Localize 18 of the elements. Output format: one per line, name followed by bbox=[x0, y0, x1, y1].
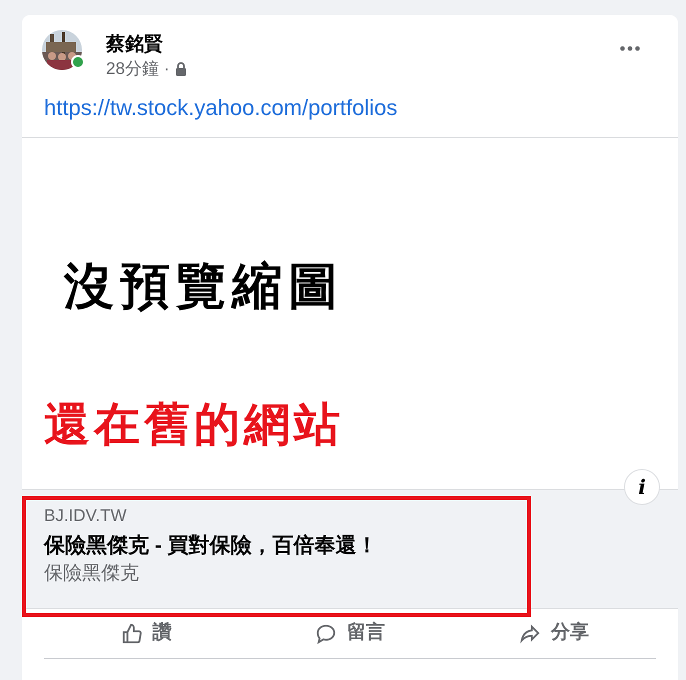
annotation-text: 還在舊的網站 bbox=[44, 396, 345, 452]
thumbs-up-icon bbox=[120, 622, 142, 644]
author-name[interactable]: 蔡銘賢 bbox=[106, 32, 187, 58]
link-domain: BJ.IDV.TW bbox=[44, 505, 128, 527]
more-icon bbox=[620, 46, 640, 50]
info-button[interactable]: i bbox=[624, 469, 660, 505]
link-description: 保險黑傑克 bbox=[44, 562, 140, 586]
share-arrow-icon bbox=[519, 622, 541, 644]
link-title: 保險黑傑克 - 買對保險，百倍奉還！ bbox=[44, 533, 379, 559]
separator-dot: · bbox=[164, 58, 170, 80]
comment-button[interactable]: 留言 bbox=[248, 619, 452, 648]
post-time[interactable]: 28分鐘 bbox=[106, 58, 159, 80]
no-thumbnail-text: 沒預覽縮圖 bbox=[64, 256, 345, 316]
post-link[interactable]: https://tw.stock.yahoo.com/portfolios bbox=[44, 95, 398, 120]
lock-icon bbox=[174, 62, 187, 76]
speech-bubble-icon bbox=[315, 622, 337, 644]
share-button[interactable]: 分享 bbox=[452, 619, 656, 648]
like-button[interactable]: 讚 bbox=[44, 619, 248, 648]
